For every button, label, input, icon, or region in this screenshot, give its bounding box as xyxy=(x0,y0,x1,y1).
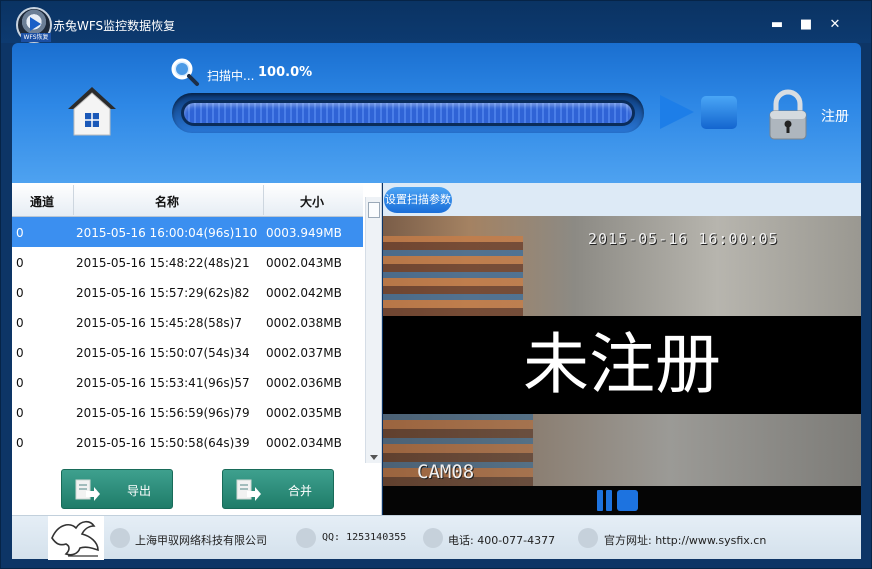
unregistered-banner: 未注册 xyxy=(383,316,861,414)
player-stop-icon[interactable] xyxy=(617,490,638,511)
phone-icon xyxy=(423,528,443,548)
cell-channel: 0 xyxy=(16,346,24,360)
qq-number[interactable]: QQ: 1253140355 xyxy=(322,532,406,543)
export-label: 导出 xyxy=(127,484,152,498)
cell-size: 0002.037MB xyxy=(266,346,342,360)
cell-channel: 0 xyxy=(16,436,24,450)
progress-track xyxy=(181,100,635,126)
title-bar: WFS恢复 赤兔WFS监控数据恢复 ▬ ■ ✕ xyxy=(1,1,871,43)
register-link[interactable]: 注册 xyxy=(821,106,849,126)
app-window: WFS恢复 赤兔WFS监控数据恢复 ▬ ■ ✕ 扫描中... 100.0% 注册… xyxy=(0,0,872,569)
cell-size: 0002.042MB xyxy=(266,286,342,300)
file-table: 通道 名称 大小 0 2015-05-16 16:00:04(96s)110 0… xyxy=(12,183,382,463)
cell-channel: 0 xyxy=(16,226,24,240)
company-icon xyxy=(110,528,130,548)
scan-percent: 100.0% xyxy=(258,65,313,80)
column-divider xyxy=(263,185,264,215)
progress-fill xyxy=(184,103,632,123)
cell-channel: 0 xyxy=(16,406,24,420)
website-link[interactable]: 官方网址: http://www.sysfix.cn xyxy=(604,532,766,548)
scan-settings-button[interactable]: 设置扫描参数 xyxy=(384,187,452,213)
rabbit-logo-icon xyxy=(48,516,104,560)
scrollbar-thumb[interactable] xyxy=(368,202,380,218)
toolbar-header: 扫描中... 100.0% 注册 xyxy=(12,43,861,183)
window-title: 赤兔WFS监控数据恢复 xyxy=(53,19,176,33)
play-icon[interactable] xyxy=(660,95,694,129)
cell-size: 0002.035MB xyxy=(266,406,342,420)
cell-size: 0003.949MB xyxy=(266,226,342,240)
cell-size: 0002.043MB xyxy=(266,256,342,270)
video-timestamp: 2015-05-16 16:00:05 xyxy=(588,230,779,248)
pause-icon[interactable] xyxy=(597,490,603,511)
search-icon xyxy=(171,58,199,86)
table-row[interactable]: 0 2015-05-16 15:45:28(58s)7 0002.038MB xyxy=(12,307,363,337)
column-divider xyxy=(73,185,74,215)
close-button[interactable]: ✕ xyxy=(825,15,845,35)
cell-channel: 0 xyxy=(16,256,24,270)
video-preview[interactable]: 2015-05-16 16:00:05 未注册 CAM08 xyxy=(383,216,861,486)
scroll-down-icon[interactable] xyxy=(370,455,378,460)
table-row[interactable]: 0 2015-05-16 15:57:29(62s)82 0002.042MB xyxy=(12,277,363,307)
table-scrollbar[interactable] xyxy=(365,197,381,463)
cell-name: 2015-05-16 15:57:29(62s)82 xyxy=(76,286,250,300)
column-name[interactable]: 名称 xyxy=(122,193,212,210)
pause-icon[interactable] xyxy=(606,490,612,511)
cell-channel: 0 xyxy=(16,376,24,390)
cell-name: 2015-05-16 15:50:58(64s)39 xyxy=(76,436,250,450)
cell-channel: 0 xyxy=(16,286,24,300)
cell-name: 2015-05-16 15:56:59(96s)79 xyxy=(76,406,250,420)
export-icon xyxy=(75,479,100,501)
table-body: 0 2015-05-16 16:00:04(96s)110 0003.949MB… xyxy=(12,217,363,463)
table-row[interactable]: 0 2015-05-16 15:48:22(48s)21 0002.043MB xyxy=(12,247,363,277)
merge-icon xyxy=(236,479,261,501)
table-header: 通道 名称 大小 xyxy=(12,183,363,217)
table-row[interactable]: 0 2015-05-16 15:53:41(96s)57 0002.036MB xyxy=(12,367,363,397)
minimize-button[interactable]: ▬ xyxy=(767,15,787,35)
qq-icon xyxy=(296,528,316,548)
table-row[interactable]: 0 2015-05-16 15:50:07(54s)34 0002.037MB xyxy=(12,337,363,367)
video-camera-label: CAM08 xyxy=(417,461,475,483)
cell-name: 2015-05-16 15:48:22(48s)21 xyxy=(76,256,250,270)
lock-icon[interactable] xyxy=(766,89,810,141)
app-logo-icon: WFS恢复 xyxy=(16,7,52,43)
cell-size: 0002.036MB xyxy=(266,376,342,390)
phone-number: 电话: 400-077-4377 xyxy=(448,534,556,547)
column-size[interactable]: 大小 xyxy=(290,193,334,210)
merge-button[interactable]: 合并 xyxy=(222,469,334,509)
company-name: 上海甲驭网络科技有限公司 xyxy=(135,534,267,547)
scan-progress-bar xyxy=(172,93,644,133)
action-bar: 导出 合并 xyxy=(12,463,382,515)
cell-name: 2015-05-16 15:45:28(58s)7 xyxy=(76,316,242,330)
table-row[interactable]: 0 2015-05-16 15:56:59(96s)79 0002.035MB xyxy=(12,397,363,427)
unregistered-watermark: 未注册 xyxy=(523,326,721,403)
cell-size: 0002.034MB xyxy=(266,436,342,450)
logo-badge: WFS恢复 xyxy=(21,33,51,42)
cell-channel: 0 xyxy=(16,316,24,330)
scan-status: 扫描中... xyxy=(207,69,255,83)
table-row[interactable]: 0 2015-05-16 15:50:58(64s)39 0002.034MB xyxy=(12,427,363,457)
table-row[interactable]: 0 2015-05-16 16:00:04(96s)110 0003.949MB xyxy=(12,217,363,247)
footer-bar: 上海甲驭网络科技有限公司 QQ: 1253140355 电话: 400-077-… xyxy=(12,515,861,560)
column-channel[interactable]: 通道 xyxy=(24,193,60,210)
home-icon[interactable] xyxy=(64,83,120,139)
globe-icon xyxy=(578,528,598,548)
stop-icon[interactable] xyxy=(701,96,737,129)
video-shelf xyxy=(383,236,523,316)
maximize-button[interactable]: ■ xyxy=(796,15,816,35)
video-toolbar: 设置扫描参数 xyxy=(383,183,861,216)
cell-size: 0002.038MB xyxy=(266,316,342,330)
player-controls xyxy=(383,486,861,515)
export-button[interactable]: 导出 xyxy=(61,469,173,509)
cell-name: 2015-05-16 15:50:07(54s)34 xyxy=(76,346,250,360)
logo-play-icon xyxy=(30,17,41,31)
cell-name: 2015-05-16 15:53:41(96s)57 xyxy=(76,376,250,390)
cell-name: 2015-05-16 16:00:04(96s)110 xyxy=(76,226,258,240)
merge-label: 合并 xyxy=(288,484,313,498)
